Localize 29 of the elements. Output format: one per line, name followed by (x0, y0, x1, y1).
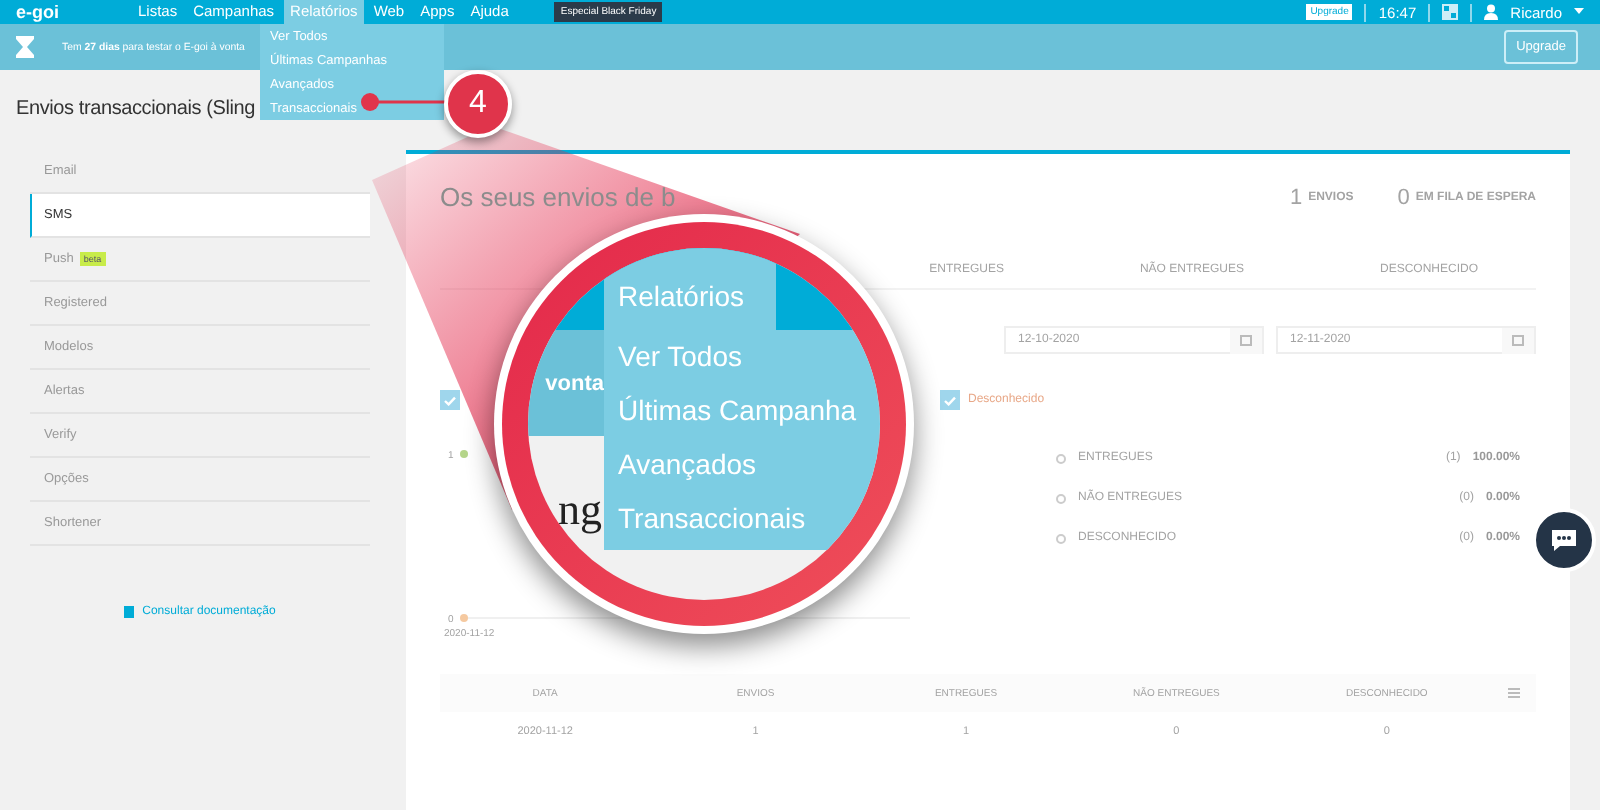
zoomed-dropdown-item[interactable]: Ver Todos (618, 340, 743, 374)
zoomed-dropdown-item[interactable]: Últimas Campanha (618, 394, 857, 428)
menu-icon[interactable] (1508, 688, 1521, 698)
calendar-icon[interactable] (1512, 334, 1524, 346)
zoomed-text: ng (558, 484, 602, 536)
apps-icon[interactable] (1442, 4, 1459, 20)
status-icon (1056, 533, 1066, 543)
checkbox[interactable] (940, 390, 960, 410)
calendar-icon[interactable] (1240, 334, 1252, 346)
hourglass-icon (16, 36, 34, 58)
leader-line (360, 92, 448, 112)
caret-icon[interactable] (1574, 8, 1584, 16)
chat-icon (1550, 528, 1578, 552)
status-icon (1056, 453, 1066, 463)
stat-value: 0 (1397, 185, 1410, 209)
page-title: Envios transaccionais (Sling (16, 98, 255, 120)
card-heading: Os seus envios de b (440, 182, 676, 212)
checkbox[interactable] (440, 390, 460, 410)
zoomed-dropdown-item[interactable]: Transaccionais (618, 502, 806, 536)
zoomed-text: vonta (545, 371, 604, 395)
logo[interactable]: e-goi (16, 2, 132, 22)
chat-button[interactable] (1532, 508, 1596, 572)
book-icon (124, 606, 135, 618)
user-icon[interactable] (1484, 4, 1499, 20)
stat-value: 1 (1289, 185, 1303, 209)
zoomed-menu-tab[interactable]: Relatórios (604, 248, 776, 330)
zoomed-dropdown-item[interactable]: Avançados (618, 448, 757, 482)
status-icon (1056, 493, 1066, 503)
step-badge: 4 (444, 70, 512, 138)
